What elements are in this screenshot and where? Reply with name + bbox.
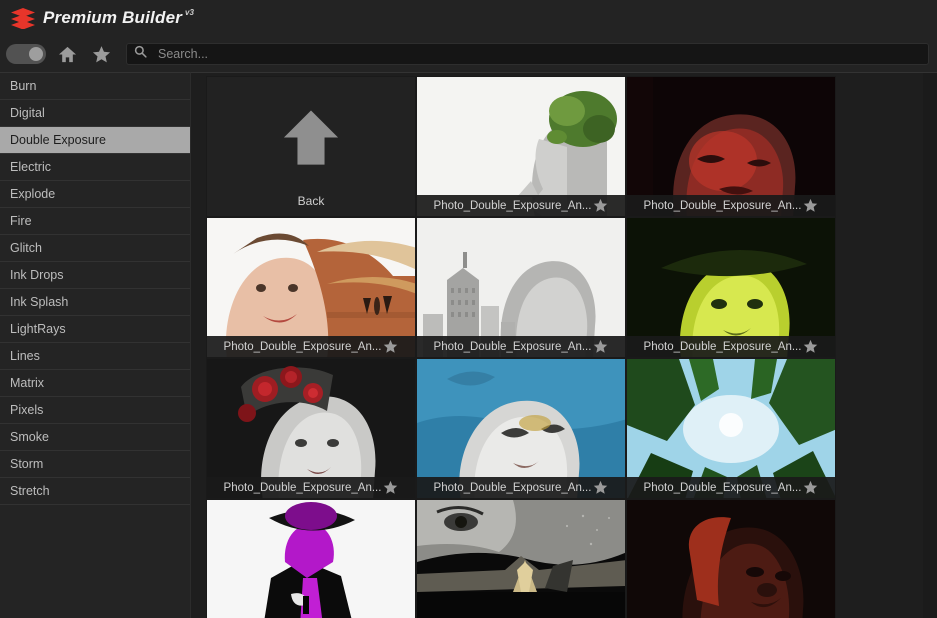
sidebar-item-label: Electric	[10, 160, 51, 174]
sidebar-item-matrix[interactable]: Matrix	[0, 370, 190, 397]
sidebar-item-label: Digital	[10, 106, 45, 120]
sidebar-item-label: Smoke	[10, 430, 49, 444]
favorite-star-icon[interactable]	[383, 339, 398, 354]
sidebar-item-pixels[interactable]: Pixels	[0, 397, 190, 424]
thumbnail-label: Photo_Double_Exposure_An...	[433, 481, 592, 494]
thumbnail-tile[interactable]: Photo_Double_Exposure_An...	[206, 358, 416, 499]
sidebar-item-label: Matrix	[10, 376, 45, 390]
thumbnail-label-bar: Photo_Double_Exposure_An...	[207, 477, 415, 498]
sidebar-item-electric[interactable]: Electric	[0, 154, 190, 181]
sidebar-item-label: Pixels	[10, 403, 44, 417]
thumbnail-image	[207, 500, 415, 618]
thumbnail-tile[interactable]: Photo_Double_Exposure_An...	[416, 217, 626, 358]
favorite-star-icon[interactable]	[803, 198, 818, 213]
thumbnail-tile[interactable]: Photo_Double_Exposure_An...	[416, 499, 626, 618]
sidebar-item-label: Stretch	[10, 484, 50, 498]
app-title: Premium Builder	[43, 8, 183, 27]
view-mode-toggle[interactable]	[6, 44, 46, 64]
thumbnail-tile[interactable]: Photo_Double_Exposure_An...	[626, 217, 836, 358]
sidebar-item-fire[interactable]: Fire	[0, 208, 190, 235]
back-tile[interactable]: Back	[206, 76, 416, 217]
thumbnail-tile[interactable]: Photo_Double_Exposure_An...	[416, 358, 626, 499]
thumbnail-label: Photo_Double_Exposure_An...	[223, 340, 382, 353]
thumbnail-label: Photo_Double_Exposure_An...	[643, 199, 802, 212]
sidebar-item-label: Lines	[10, 349, 40, 363]
sidebar-item-glitch[interactable]: Glitch	[0, 235, 190, 262]
thumbnail-label: Photo_Double_Exposure_An...	[223, 481, 382, 494]
sidebar-item-label: Fire	[10, 214, 32, 228]
category-sidebar: Burn Digital Double Exposure Electric Explod…	[0, 72, 190, 618]
favorite-star-icon[interactable]	[593, 480, 608, 495]
sidebar-item-label: Burn	[10, 79, 37, 93]
home-icon[interactable]	[54, 41, 80, 67]
thumbnail-tile[interactable]: Photo_Double_Exposure_An...	[416, 76, 626, 217]
thumbnail-tile[interactable]: Photo_Double_Exposure_An...	[626, 76, 836, 217]
search-icon	[134, 45, 147, 63]
gallery-content: Back Photo_Double_Exposure_An... Photo_D…	[190, 72, 937, 618]
content-gutter	[837, 73, 937, 618]
thumbnail-tile[interactable]: Photo_Double_Exposure_An...	[206, 499, 416, 618]
layers-stack-icon	[10, 7, 36, 30]
sidebar-item-explode[interactable]: Explode	[0, 181, 190, 208]
sidebar-item-stretch[interactable]: Stretch	[0, 478, 190, 505]
thumbnail-label-bar: Photo_Double_Exposure_An...	[417, 336, 625, 357]
favorite-star-icon[interactable]	[593, 339, 608, 354]
favorite-star-icon[interactable]	[593, 198, 608, 213]
thumbnail-grid: Back Photo_Double_Exposure_An... Photo_D…	[206, 76, 838, 618]
thumbnail-label: Photo_Double_Exposure_An...	[433, 340, 592, 353]
thumbnail-image	[417, 500, 625, 618]
sidebar-item-lines[interactable]: Lines	[0, 343, 190, 370]
back-tile-label: Back	[297, 194, 325, 208]
favorite-star-icon[interactable]	[803, 339, 818, 354]
thumbnail-tile[interactable]: Photo_Double_Exposure_An...	[626, 358, 836, 499]
thumbnail-image	[627, 500, 835, 618]
thumbnail-label-bar: Photo_Double_Exposure_An...	[627, 336, 835, 357]
sidebar-item-burn[interactable]: Burn	[0, 73, 190, 100]
sidebar-item-ink-splash[interactable]: Ink Splash	[0, 289, 190, 316]
sidebar-item-label: Storm	[10, 457, 44, 471]
arrow-up-icon	[282, 108, 340, 173]
star-icon[interactable]	[88, 41, 114, 67]
sidebar-item-smoke[interactable]: Smoke	[0, 424, 190, 451]
thumbnail-label-bar: Photo_Double_Exposure_An...	[207, 336, 415, 357]
title-bar: Premium Builder v3	[0, 0, 937, 36]
sidebar-item-label: LightRays	[10, 322, 66, 336]
thumbnail-label-bar: Photo_Double_Exposure_An...	[627, 195, 835, 216]
thumbnail-label-bar: Photo_Double_Exposure_An...	[417, 195, 625, 216]
sidebar-item-label: Ink Splash	[10, 295, 69, 309]
thumbnail-label: Photo_Double_Exposure_An...	[643, 340, 802, 353]
thumbnail-label: Photo_Double_Exposure_An...	[643, 481, 802, 494]
sidebar-item-label: Ink Drops	[10, 268, 64, 282]
sidebar-item-label: Explode	[10, 187, 56, 201]
favorite-star-icon[interactable]	[383, 480, 398, 495]
thumbnail-tile[interactable]: Photo_Double_Exposure_An...	[206, 217, 416, 358]
thumbnail-label: Photo_Double_Exposure_An...	[433, 199, 592, 212]
sidebar-item-digital[interactable]: Digital	[0, 100, 190, 127]
search-box[interactable]	[126, 43, 929, 65]
sidebar-item-lightrays[interactable]: LightRays	[0, 316, 190, 343]
thumbnail-label-bar: Photo_Double_Exposure_An...	[417, 477, 625, 498]
vertical-scrollbar[interactable]	[923, 73, 937, 618]
sidebar-item-double-exposure[interactable]: Double Exposure	[0, 127, 190, 154]
sidebar-item-label: Glitch	[10, 241, 42, 255]
thumbnail-label-bar: Photo_Double_Exposure_An...	[627, 477, 835, 498]
app-version-badge: v3	[185, 8, 194, 17]
sidebar-item-ink-drops[interactable]: Ink Drops	[0, 262, 190, 289]
sidebar-item-label: Double Exposure	[10, 133, 106, 147]
sidebar-item-storm[interactable]: Storm	[0, 451, 190, 478]
favorite-star-icon[interactable]	[803, 480, 818, 495]
toolbar	[0, 36, 937, 72]
search-input[interactable]	[158, 47, 928, 61]
thumbnail-tile[interactable]: Photo_Double_Exposure_An...	[626, 499, 836, 618]
